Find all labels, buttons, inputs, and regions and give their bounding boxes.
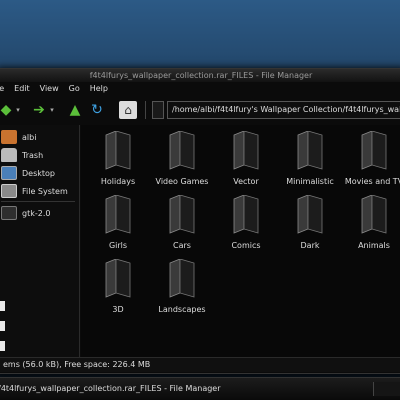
file-manager-window: f4t4lfurys_wallpaper_collection.rar_FILE… <box>0 68 400 374</box>
folder-icon <box>297 195 323 234</box>
folder-item-landscapes[interactable]: Landscapes <box>149 257 215 319</box>
forward-dropdown-icon[interactable]: ▾ <box>47 99 57 121</box>
taskbar-window-button[interactable]: f4t4lfurys_wallpaper_collection.rar_FILE… <box>0 384 221 393</box>
folder-label: Cars <box>173 241 191 250</box>
folder-icon <box>1 206 17 220</box>
folder-icon <box>169 195 195 234</box>
folder-icon <box>297 131 323 170</box>
folder-label: Holidays <box>100 177 136 186</box>
window-titlebar[interactable]: f4t4lfurys_wallpaper_collection.rar_FILE… <box>0 69 400 82</box>
sidebar-scroll-handle[interactable] <box>0 321 5 331</box>
sidebar-scroll-handle[interactable] <box>0 341 5 351</box>
folder-label: Comics <box>231 241 261 250</box>
toolbar: ◆ ▾ ➔ ▾ ▲ ↻ ⌂ /home/albi/f4t4lfury's Wal… <box>0 97 400 123</box>
folder-item-vector[interactable]: Vector <box>213 129 279 191</box>
taskbar-tray <box>373 382 400 396</box>
forward-arrow-icon[interactable]: ➔ <box>31 99 47 121</box>
folder-label: Video Games <box>155 177 209 186</box>
folder-item-dark[interactable]: Dark <box>277 193 343 255</box>
folder-icon <box>233 195 259 234</box>
folder-icon <box>233 131 259 170</box>
up-arrow-icon[interactable]: ▲ <box>67 99 83 121</box>
sidebar-item-label: Trash <box>22 150 44 160</box>
sidebar-separator <box>1 201 75 202</box>
folder-icon <box>105 259 131 298</box>
folder-item-animals[interactable]: Animals <box>341 193 400 255</box>
menu-view[interactable]: View <box>40 83 65 95</box>
folder-label: Minimalistic <box>286 177 334 186</box>
folder-icon <box>361 131 387 170</box>
filesystem-icon <box>1 184 17 198</box>
folder-item-3d[interactable]: 3D <box>85 257 151 319</box>
folder-label: Landscapes <box>158 305 206 314</box>
folder-label: Girls <box>108 241 128 250</box>
sidebar-item-albi[interactable]: albi <box>1 129 36 145</box>
folder-item-cars[interactable]: Cars <box>149 193 215 255</box>
home-button-icon[interactable]: ⌂ <box>119 101 137 119</box>
folder-item-comics[interactable]: Comics <box>213 193 279 255</box>
sidebar-item-label: Desktop <box>22 168 55 178</box>
menu-bar: le Edit View Go Help <box>0 83 400 95</box>
folder-item-minimalistic[interactable]: Minimalistic <box>277 129 343 191</box>
location-path-field[interactable]: /home/albi/f4t4lfury's Wallpaper Collect… <box>167 101 400 119</box>
taskbar: f4t4lfurys_wallpaper_collection.rar_FILE… <box>0 377 400 400</box>
path-toggle-button[interactable] <box>152 101 164 119</box>
back-arrow-icon[interactable]: ◆ <box>0 99 13 121</box>
sidebar-scroll-handle[interactable] <box>0 301 5 311</box>
folder-icon <box>169 131 195 170</box>
folder-label: Vector <box>233 177 259 186</box>
sidebar-item-label: File System <box>22 186 68 196</box>
folder-item-video-games[interactable]: Video Games <box>149 129 215 191</box>
sidebar-item-label: albi <box>22 132 37 142</box>
folder-label: Movies and TV <box>344 177 400 186</box>
folder-view: Holidays Video Games Vector Minimalistic… <box>81 125 400 357</box>
folder-icon <box>361 195 387 234</box>
status-bar: ems (56.0 kB), Free space: 226.4 MB <box>0 357 400 372</box>
trash-icon <box>1 148 17 162</box>
sidebar-item-file-system[interactable]: File System <box>1 183 68 199</box>
folder-item-girls[interactable]: Girls <box>85 193 151 255</box>
sidebar: albi Trash Desktop File System gtk-2.0 <box>0 125 80 357</box>
folder-item-movies-and-tv[interactable]: Movies and TV <box>341 129 400 191</box>
menu-go[interactable]: Go <box>69 83 86 95</box>
menu-file[interactable]: le <box>0 83 10 95</box>
reload-icon[interactable]: ↻ <box>89 99 105 121</box>
folder-icon <box>105 195 131 234</box>
folder-icon <box>169 259 195 298</box>
folder-label: Dark <box>300 241 320 250</box>
menu-edit[interactable]: Edit <box>14 83 36 95</box>
sidebar-item-gtk[interactable]: gtk-2.0 <box>1 205 50 221</box>
back-dropdown-icon[interactable]: ▾ <box>13 99 23 121</box>
desktop-icon <box>1 166 17 180</box>
folder-item-holidays[interactable]: Holidays <box>85 129 151 191</box>
toolbar-separator <box>145 101 146 119</box>
folder-icon <box>105 131 131 170</box>
folder-label: Animals <box>358 241 390 250</box>
sidebar-item-label: gtk-2.0 <box>22 208 51 218</box>
sidebar-item-trash[interactable]: Trash <box>1 147 43 163</box>
home-folder-icon <box>1 130 17 144</box>
menu-help[interactable]: Help <box>90 83 114 95</box>
folder-label: 3D <box>112 305 124 314</box>
sidebar-item-desktop[interactable]: Desktop <box>1 165 55 181</box>
